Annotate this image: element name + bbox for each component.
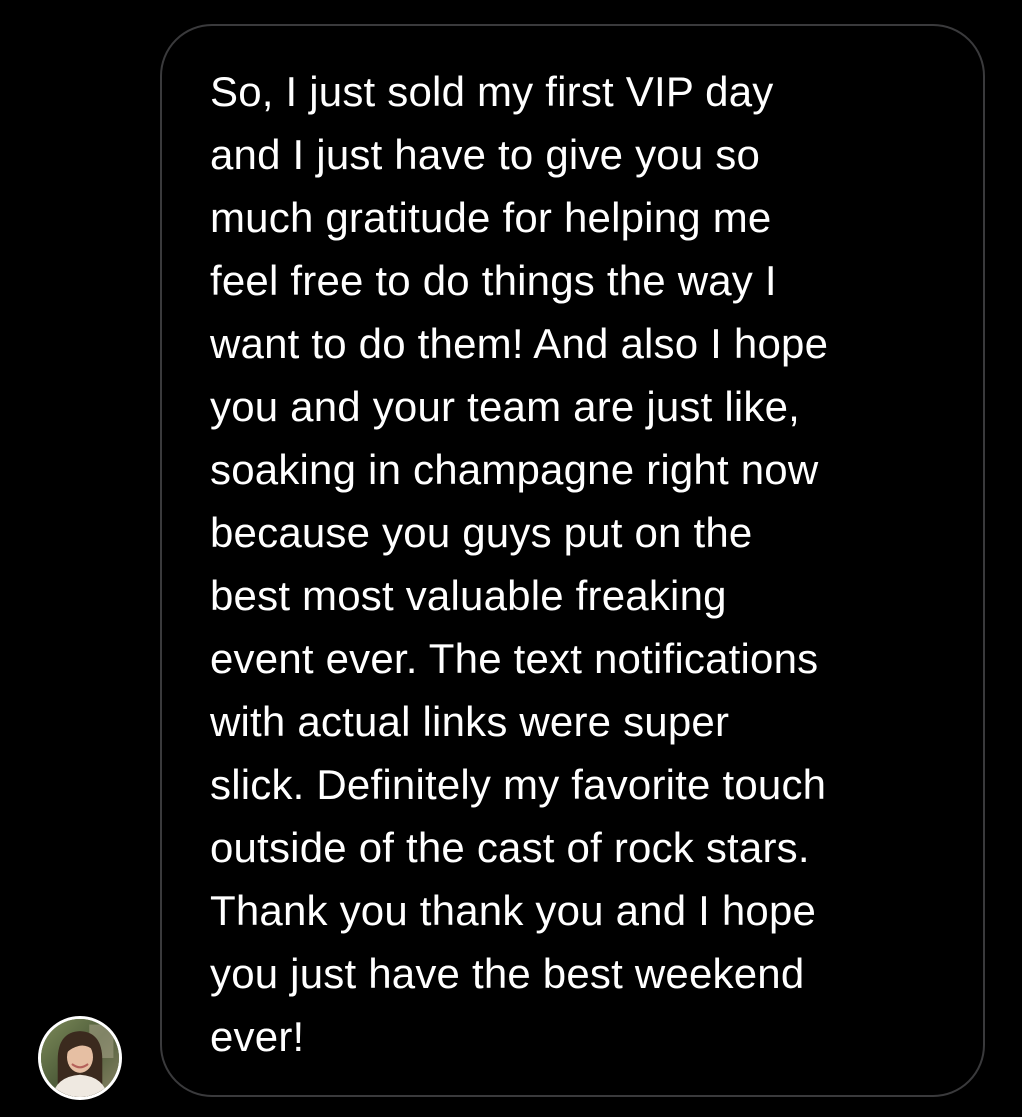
message-bubble[interactable]: So, I just sold my first VIP day and I j… <box>160 24 985 1097</box>
profile-photo-icon <box>41 1019 119 1097</box>
sender-avatar[interactable] <box>38 1016 122 1100</box>
message-thread: So, I just sold my first VIP day and I j… <box>0 0 1022 1117</box>
message-text: So, I just sold my first VIP day and I j… <box>210 68 829 1060</box>
